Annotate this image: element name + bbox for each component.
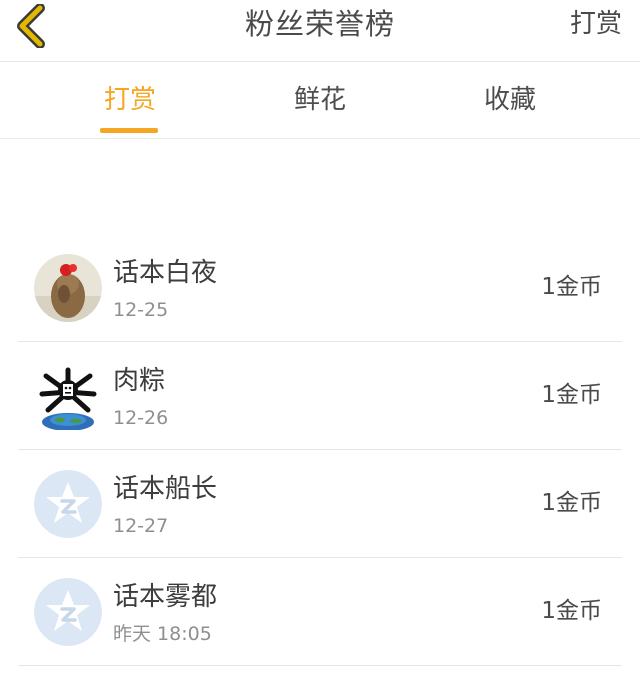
list-item[interactable]: 话本雾都 昨天 18:05 1金币 [18, 558, 622, 666]
reward-time: 昨天 18:05 [113, 623, 212, 645]
fan-list: 话本白夜 12-25 1金币 肉粽 12-26 1金币 话本船长 12-27 1… [18, 234, 622, 666]
user-name: 肉粽 [113, 366, 166, 396]
user-name: 话本雾都 [113, 582, 218, 612]
avatar [34, 254, 102, 322]
reward-time: 12-25 [113, 299, 169, 321]
reward-action-button[interactable]: 打赏 [570, 4, 622, 44]
default-qq-avatar-icon [34, 578, 102, 646]
reward-amount: 1金币 [541, 598, 602, 624]
tab-flowers[interactable]: 鲜花 [260, 63, 380, 138]
reward-time: 12-26 [113, 407, 169, 429]
reward-amount: 1金币 [541, 490, 602, 516]
reward-amount: 1金币 [541, 274, 602, 300]
avatar [34, 470, 102, 538]
app-root: 粉丝荣誉榜 打赏 打赏 鲜花 收藏 话本白夜 12-25 1金币 肉粽 12-2… [0, 0, 640, 674]
page-title: 粉丝荣誉榜 [244, 7, 395, 41]
user-name: 话本船长 [113, 474, 218, 504]
reward-amount: 1金币 [541, 382, 602, 408]
tab-bar: 打赏 鲜花 收藏 [0, 63, 640, 139]
top-navigation-bar: 粉丝荣誉榜 打赏 [0, 0, 640, 62]
reward-time: 12-27 [113, 515, 169, 537]
avatar [34, 362, 102, 430]
photo-avatar-icon [34, 254, 102, 322]
list-item[interactable]: 话本白夜 12-25 1金币 [18, 234, 622, 342]
globe-cartoon-avatar-icon [39, 367, 97, 430]
tab-reward[interactable]: 打赏 [70, 63, 190, 138]
avatar [34, 578, 102, 646]
list-item[interactable]: 话本船长 12-27 1金币 [18, 450, 622, 558]
user-name: 话本白夜 [113, 258, 218, 288]
active-tab-indicator [100, 128, 158, 133]
default-qq-avatar-icon [34, 470, 102, 538]
tab-favorites[interactable]: 收藏 [450, 63, 570, 138]
list-item[interactable]: 肉粽 12-26 1金币 [18, 342, 622, 450]
